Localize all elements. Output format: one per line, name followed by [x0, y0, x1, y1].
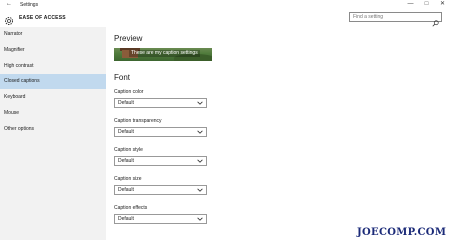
caption-style-dropdown[interactable]: Default	[114, 156, 207, 166]
caption-color-value: Default	[118, 100, 134, 106]
sidebar-item-magnifier[interactable]: Magnifier	[0, 43, 106, 58]
preview-heading: Preview	[114, 34, 143, 43]
font-heading: Font	[114, 73, 131, 82]
gear-icon	[4, 13, 14, 25]
search-box[interactable]	[349, 12, 442, 27]
chevron-down-icon	[197, 187, 203, 193]
preview-image: These are my caption settings	[114, 48, 212, 61]
caption-transparency-dropdown[interactable]: Default	[114, 127, 207, 137]
main-content: Preview These are my caption settings Fo…	[106, 27, 450, 240]
caption-color-label: Caption color	[114, 89, 144, 95]
minimize-button[interactable]: —	[405, 0, 416, 10]
sidebar-item-closed-captions[interactable]: Closed captions	[0, 74, 106, 89]
caption-transparency-label: Caption transparency	[114, 118, 162, 124]
caption-color-dropdown[interactable]: Default	[114, 98, 207, 108]
sidebar-item-mouse[interactable]: Mouse	[0, 106, 106, 121]
watermark: JOECOMP.COM	[357, 227, 447, 238]
chevron-down-icon	[197, 216, 203, 222]
caption-size-value: Default	[118, 187, 134, 193]
caption-effects-label: Caption effects	[114, 205, 148, 211]
sidebar: Narrator Magnifier High contrast Closed …	[0, 27, 106, 240]
sidebar-item-high-contrast[interactable]: High contrast	[0, 59, 106, 74]
caption-style-label: Caption style	[114, 147, 143, 153]
search-icon[interactable]	[432, 14, 439, 27]
back-button[interactable]: ←	[6, 1, 12, 8]
sidebar-item-keyboard[interactable]: Keyboard	[0, 90, 106, 105]
caption-size-dropdown[interactable]: Default	[114, 185, 207, 195]
close-button[interactable]: ✕	[437, 0, 448, 10]
caption-transparency-value: Default	[118, 129, 134, 135]
sidebar-item-other-options[interactable]: Other options	[0, 122, 106, 137]
chevron-down-icon	[197, 129, 203, 135]
page-header: EASE OF ACCESS	[0, 10, 450, 27]
caption-size-label: Caption size	[114, 176, 142, 182]
caption-effects-value: Default	[118, 216, 134, 222]
sidebar-item-narrator[interactable]: Narrator	[0, 27, 106, 42]
caption-style-value: Default	[118, 158, 134, 164]
title-bar: ← Settings — □ ✕	[0, 0, 450, 10]
chevron-down-icon	[197, 100, 203, 106]
preview-caption: These are my caption settings	[129, 50, 200, 57]
page-title: EASE OF ACCESS	[19, 15, 66, 21]
search-input[interactable]	[353, 13, 431, 21]
caption-effects-dropdown[interactable]: Default	[114, 214, 207, 224]
chevron-down-icon	[197, 158, 203, 164]
window-title: Settings	[20, 2, 39, 8]
maximize-button[interactable]: □	[421, 0, 432, 10]
